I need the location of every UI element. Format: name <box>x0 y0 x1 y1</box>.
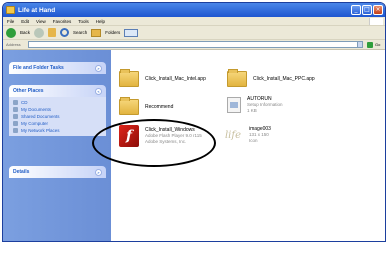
collapse-chevron-icon[interactable]: « <box>95 87 102 95</box>
menu-file[interactable]: File <box>7 19 14 24</box>
forward-arrow-icon[interactable] <box>34 27 45 38</box>
file-list: Click_Install_Mac_Intel.app Click_Instal… <box>92 50 385 241</box>
network-places-icon <box>13 128 18 133</box>
place-item-my-documents[interactable]: My Documents <box>13 106 102 113</box>
other-places-title: Other Places <box>13 88 44 94</box>
go-arrow-icon[interactable] <box>367 41 373 48</box>
details-title: Details <box>13 169 30 175</box>
file-item[interactable]: Click_Install_Mac_Intel.app <box>119 69 206 87</box>
task-pane: File and Folder Tasks » Other Places « C… <box>3 50 111 241</box>
go-button-label[interactable]: Go <box>375 42 380 47</box>
place-label: My Computer <box>21 121 49 126</box>
place-item-my-network-places[interactable]: My Network Places <box>13 127 102 134</box>
place-label: Shared Documents <box>21 114 60 119</box>
up-folder-icon[interactable] <box>48 28 57 37</box>
chevron-down-icon[interactable] <box>357 41 363 48</box>
back-button-label[interactable]: Back <box>20 30 30 35</box>
place-label: CD <box>21 100 28 105</box>
file-item[interactable]: life image003 131 x 150 Icon <box>223 125 271 145</box>
folder-icon <box>6 6 15 14</box>
cd-drive-icon <box>13 100 18 105</box>
title-bar[interactable]: Life at Hand _ □ × <box>3 3 385 17</box>
file-tasks-title: File and Folder Tasks <box>13 65 64 71</box>
maximize-button[interactable]: □ <box>362 5 372 15</box>
expand-chevron-icon[interactable]: » <box>95 168 102 176</box>
place-label: My Network Places <box>21 128 60 133</box>
file-name: Click_Install_Mac_Intel.app <box>145 76 206 82</box>
details-header[interactable]: Details » <box>9 166 106 178</box>
folders-icon[interactable] <box>91 28 102 37</box>
file-item-selected[interactable]: f Click_Install_Windows Adobe Flash Play… <box>119 125 202 147</box>
toolbar: Back Search Folders <box>3 26 385 40</box>
menu-favorites[interactable]: Favorites <box>53 19 72 24</box>
folders-button-label[interactable]: Folders <box>105 30 120 35</box>
folder-icon <box>227 69 247 87</box>
other-places-header[interactable]: Other Places « <box>9 85 106 97</box>
file-name: Recommend <box>145 104 174 110</box>
folder-icon <box>119 97 139 115</box>
image-icon: life <box>224 129 241 141</box>
menu-edit[interactable]: Edit <box>21 19 29 24</box>
file-name: Click_Install_Mac_PPC.app <box>253 76 315 82</box>
window-title: Life at Hand <box>18 6 56 14</box>
file-tasks-header[interactable]: File and Folder Tasks » <box>9 62 106 74</box>
close-button[interactable]: × <box>373 5 383 15</box>
back-arrow-icon[interactable] <box>6 27 16 38</box>
file-company: Adobe Systems, Inc. <box>145 139 187 144</box>
place-item-cd[interactable]: CD <box>13 99 102 106</box>
file-item[interactable]: Click_Install_Mac_PPC.app <box>227 69 315 87</box>
shared-documents-icon <box>13 114 18 119</box>
place-label: My Documents <box>21 107 52 112</box>
menu-view[interactable]: View <box>36 19 46 24</box>
explorer-window: Life at Hand _ □ × File Edit View Favori… <box>2 2 386 242</box>
minimize-button[interactable]: _ <box>351 5 361 15</box>
other-places-panel: Other Places « CD My Documents Shared Do… <box>9 85 106 136</box>
details-panel: Details » <box>9 166 106 178</box>
menu-bar: File Edit View Favorites Tools Help <box>3 17 385 26</box>
search-icon[interactable] <box>60 28 70 37</box>
address-label: Address <box>6 42 21 47</box>
flash-icon: f <box>119 125 139 147</box>
address-field[interactable] <box>28 41 358 48</box>
file-type: Icon <box>249 138 258 143</box>
address-bar: Address Go <box>3 40 385 50</box>
file-item[interactable]: Recommend <box>119 97 174 115</box>
menu-tools[interactable]: Tools <box>78 19 89 24</box>
my-computer-icon <box>13 121 18 126</box>
file-item[interactable]: AUTORUN Setup Information 1 KB <box>227 96 283 114</box>
file-tasks-panel: File and Folder Tasks » <box>9 62 106 74</box>
menu-help[interactable]: Help <box>96 19 105 24</box>
views-icon[interactable] <box>124 28 139 37</box>
search-button-label[interactable]: Search <box>73 30 87 35</box>
my-documents-icon <box>13 107 18 112</box>
place-item-my-computer[interactable]: My Computer <box>13 120 102 127</box>
windows-logo-icon <box>369 18 383 25</box>
expand-chevron-icon[interactable]: » <box>95 64 102 72</box>
setup-file-icon <box>227 97 241 113</box>
file-size: 1 KB <box>247 108 257 113</box>
folder-icon <box>119 69 139 87</box>
place-item-shared-documents[interactable]: Shared Documents <box>13 113 102 120</box>
